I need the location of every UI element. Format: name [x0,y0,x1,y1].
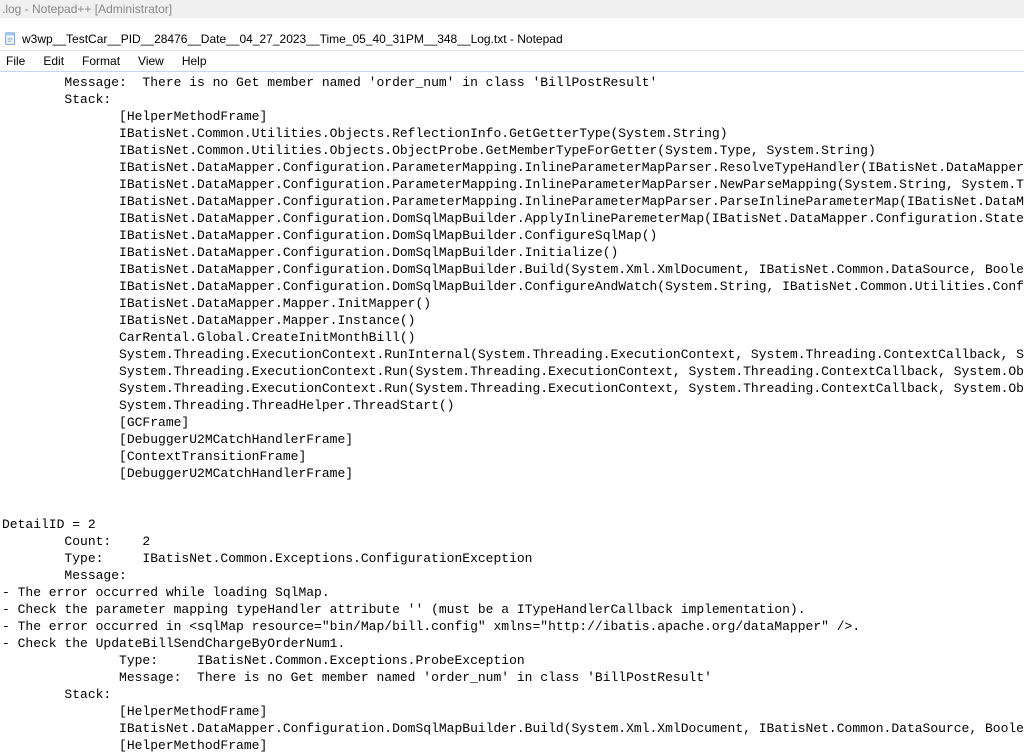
notepad-icon [4,32,18,46]
inner-window-titlebar: w3wp__TestCar__PID__28476__Date__04_27_2… [0,28,1024,51]
menu-view[interactable]: View [138,54,164,68]
text-area[interactable]: Message: There is no Get member named 'o… [0,72,1024,756]
inner-window-title-text: w3wp__TestCar__PID__28476__Date__04_27_2… [22,32,563,46]
menu-bar: File Edit Format View Help [0,51,1024,72]
outer-window-title: .log - Notepad++ [Administrator] [0,0,1024,18]
menu-help[interactable]: Help [182,54,207,68]
outer-window-title-text: .log - Notepad++ [Administrator] [2,2,172,16]
menu-format[interactable]: Format [82,54,120,68]
menu-edit[interactable]: Edit [43,54,64,68]
window-gap [0,18,1024,28]
menu-file[interactable]: File [6,54,25,68]
